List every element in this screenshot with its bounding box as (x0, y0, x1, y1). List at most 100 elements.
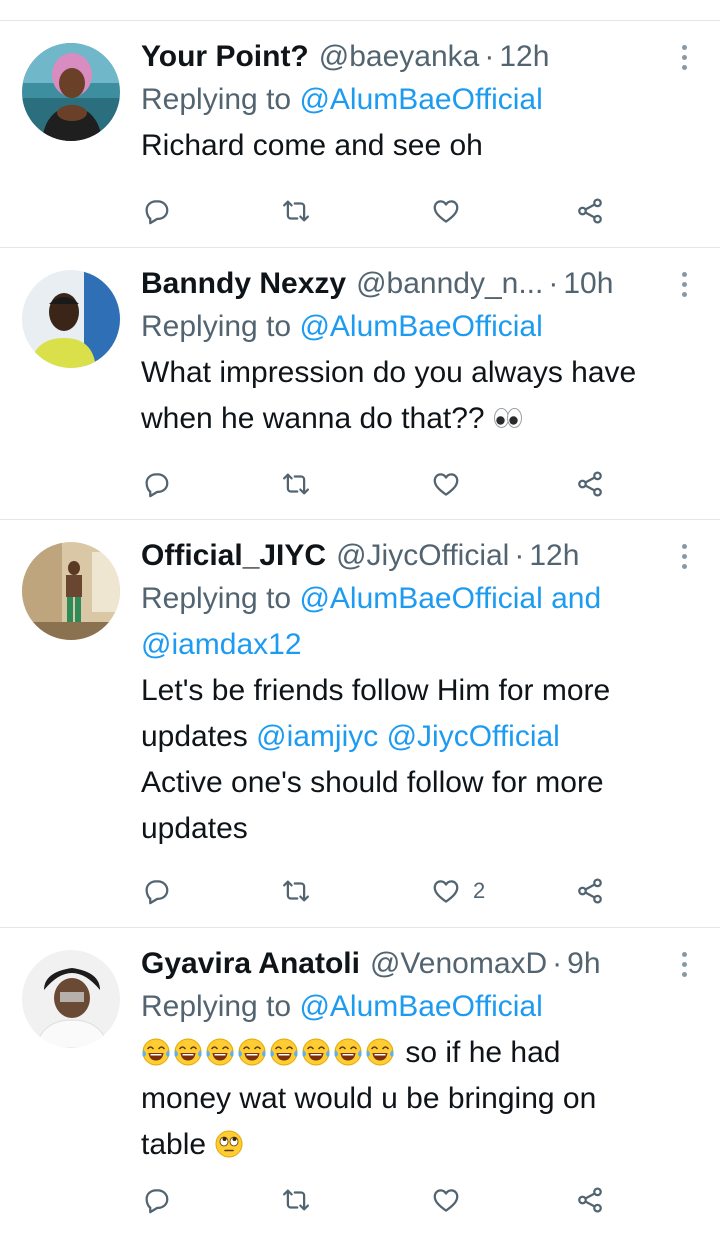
share-icon (575, 876, 605, 906)
display-name[interactable]: Gyavira Anatoli (141, 944, 360, 984)
like-button[interactable]: 2 (431, 873, 485, 909)
tweet-text-line: so if he had (405, 1036, 561, 1069)
tweet-text-line: table (141, 1128, 207, 1161)
like-button[interactable] (431, 193, 473, 229)
retweet-icon (281, 469, 311, 499)
joy-emoji (301, 1037, 331, 1067)
tweet[interactable]: Official_JIYC @JiycOfficial · 12h Replyi… (0, 520, 720, 928)
share-button[interactable] (575, 466, 605, 502)
eyes-emoji (493, 403, 523, 433)
more-options-icon[interactable] (672, 39, 696, 75)
heart-icon (431, 196, 461, 226)
replying-to: Replying to @AlumBaeOfficial (141, 984, 696, 1030)
mention-link[interactable]: @AlumBaeOfficial (299, 310, 542, 343)
avatar[interactable] (22, 950, 120, 1048)
tweet-actions (141, 1182, 611, 1218)
tweet-text-line: Richard come and see oh (141, 129, 483, 162)
tweet-actions: 2 (141, 873, 611, 909)
mention-link[interactable]: @iamdax12 (141, 622, 696, 668)
tweet-text-line: updates (141, 812, 248, 845)
tweet-text: Let's be friends follow Him for more upd… (141, 668, 696, 852)
retweet-button[interactable] (281, 873, 311, 909)
replying-to-label: Replying to (141, 83, 292, 116)
more-options-icon[interactable] (672, 538, 696, 574)
separator-dot: · (552, 947, 563, 980)
retweet-button[interactable] (281, 1182, 311, 1218)
separator-dot: · (514, 539, 525, 572)
tweet-text: Richard come and see oh (141, 123, 696, 169)
share-button[interactable] (575, 1182, 605, 1218)
heart-icon (431, 876, 461, 906)
like-button[interactable] (431, 1182, 473, 1218)
tweet-text-line: What impression do you always have (141, 356, 637, 389)
share-button[interactable] (575, 193, 605, 229)
joy-emoji (173, 1037, 203, 1067)
user-handle[interactable]: @baeyanka (319, 37, 480, 77)
tweet-text-line: Let's be friends follow Him for more (141, 674, 611, 707)
replying-to-label: Replying to (141, 582, 292, 615)
separator-dot: · (548, 267, 559, 300)
user-handle[interactable]: @JiycOfficial (336, 536, 509, 576)
share-icon (575, 1185, 605, 1215)
replying-to: Replying to @AlumBaeOfficial and @iamdax… (141, 576, 696, 668)
joy-emoji (333, 1037, 363, 1067)
replying-to: Replying to @AlumBaeOfficial (141, 77, 696, 123)
joy-emoji (141, 1037, 171, 1067)
tweet-text-line: when he wanna do that?? (141, 402, 485, 435)
tweet-text-line: updates (141, 720, 248, 753)
joy-emoji (237, 1037, 267, 1067)
tweet-text-line: money wat would u be bringing on (141, 1082, 597, 1115)
tweet-actions (141, 466, 611, 502)
mention-link[interactable]: @AlumBaeOfficial (299, 990, 542, 1023)
share-button[interactable] (575, 873, 605, 909)
replying-to-label: Replying to (141, 310, 292, 343)
avatar[interactable] (22, 43, 120, 141)
display-name[interactable]: Official_JIYC (141, 536, 326, 576)
tweet-text: What impression do you always have when … (141, 350, 696, 442)
reply-button[interactable] (141, 466, 171, 502)
tweet-actions (141, 193, 611, 229)
replying-to-label: Replying to (141, 990, 292, 1023)
reply-icon (141, 1185, 171, 1215)
more-options-icon[interactable] (672, 266, 696, 302)
joy-emoji (269, 1037, 299, 1067)
retweet-icon (281, 196, 311, 226)
more-options-icon[interactable] (672, 946, 696, 982)
avatar[interactable] (22, 542, 120, 640)
tweet[interactable]: Your Point? @baeyanka · 12h Replying to … (0, 21, 720, 248)
tweet-text: so if he had money wat would u be bringi… (141, 1030, 696, 1168)
user-handle[interactable]: @VenomaxD (370, 944, 547, 984)
timestamp[interactable]: 12h (529, 536, 579, 576)
avatar[interactable] (22, 270, 120, 368)
reply-icon (141, 876, 171, 906)
share-icon (575, 469, 605, 499)
tweet[interactable]: Banndy Nexzy @banndy_n... · 10h Replying… (0, 248, 720, 520)
like-button[interactable] (431, 466, 473, 502)
heart-icon (431, 469, 461, 499)
user-handle[interactable]: @banndy_n... (356, 264, 543, 304)
retweet-icon (281, 1185, 311, 1215)
share-icon (575, 196, 605, 226)
retweet-button[interactable] (281, 466, 311, 502)
eye-roll-emoji (214, 1129, 244, 1159)
timestamp[interactable]: 12h (499, 37, 549, 77)
display-name[interactable]: Banndy Nexzy (141, 264, 346, 304)
retweet-button[interactable] (281, 193, 311, 229)
mention-link[interactable]: @AlumBaeOfficial (299, 83, 542, 116)
reply-icon (141, 196, 171, 226)
retweet-icon (281, 876, 311, 906)
reply-button[interactable] (141, 193, 171, 229)
tweet-text-line: Active one's should follow for more (141, 766, 604, 799)
tweet[interactable]: Gyavira Anatoli @VenomaxD · 9h Replying … (0, 928, 720, 1235)
mention-link[interactable]: @iamjiyc @JiycOfficial (256, 720, 560, 753)
replying-to: Replying to @AlumBaeOfficial (141, 304, 696, 350)
joy-emoji (365, 1037, 395, 1067)
reply-button[interactable] (141, 873, 171, 909)
timestamp[interactable]: 9h (567, 944, 600, 984)
timestamp[interactable]: 10h (563, 264, 613, 304)
reply-button[interactable] (141, 1182, 171, 1218)
reply-icon (141, 469, 171, 499)
mention-link[interactable]: @AlumBaeOfficial and (299, 582, 601, 615)
display-name[interactable]: Your Point? (141, 37, 309, 77)
like-count: 2 (473, 878, 486, 903)
